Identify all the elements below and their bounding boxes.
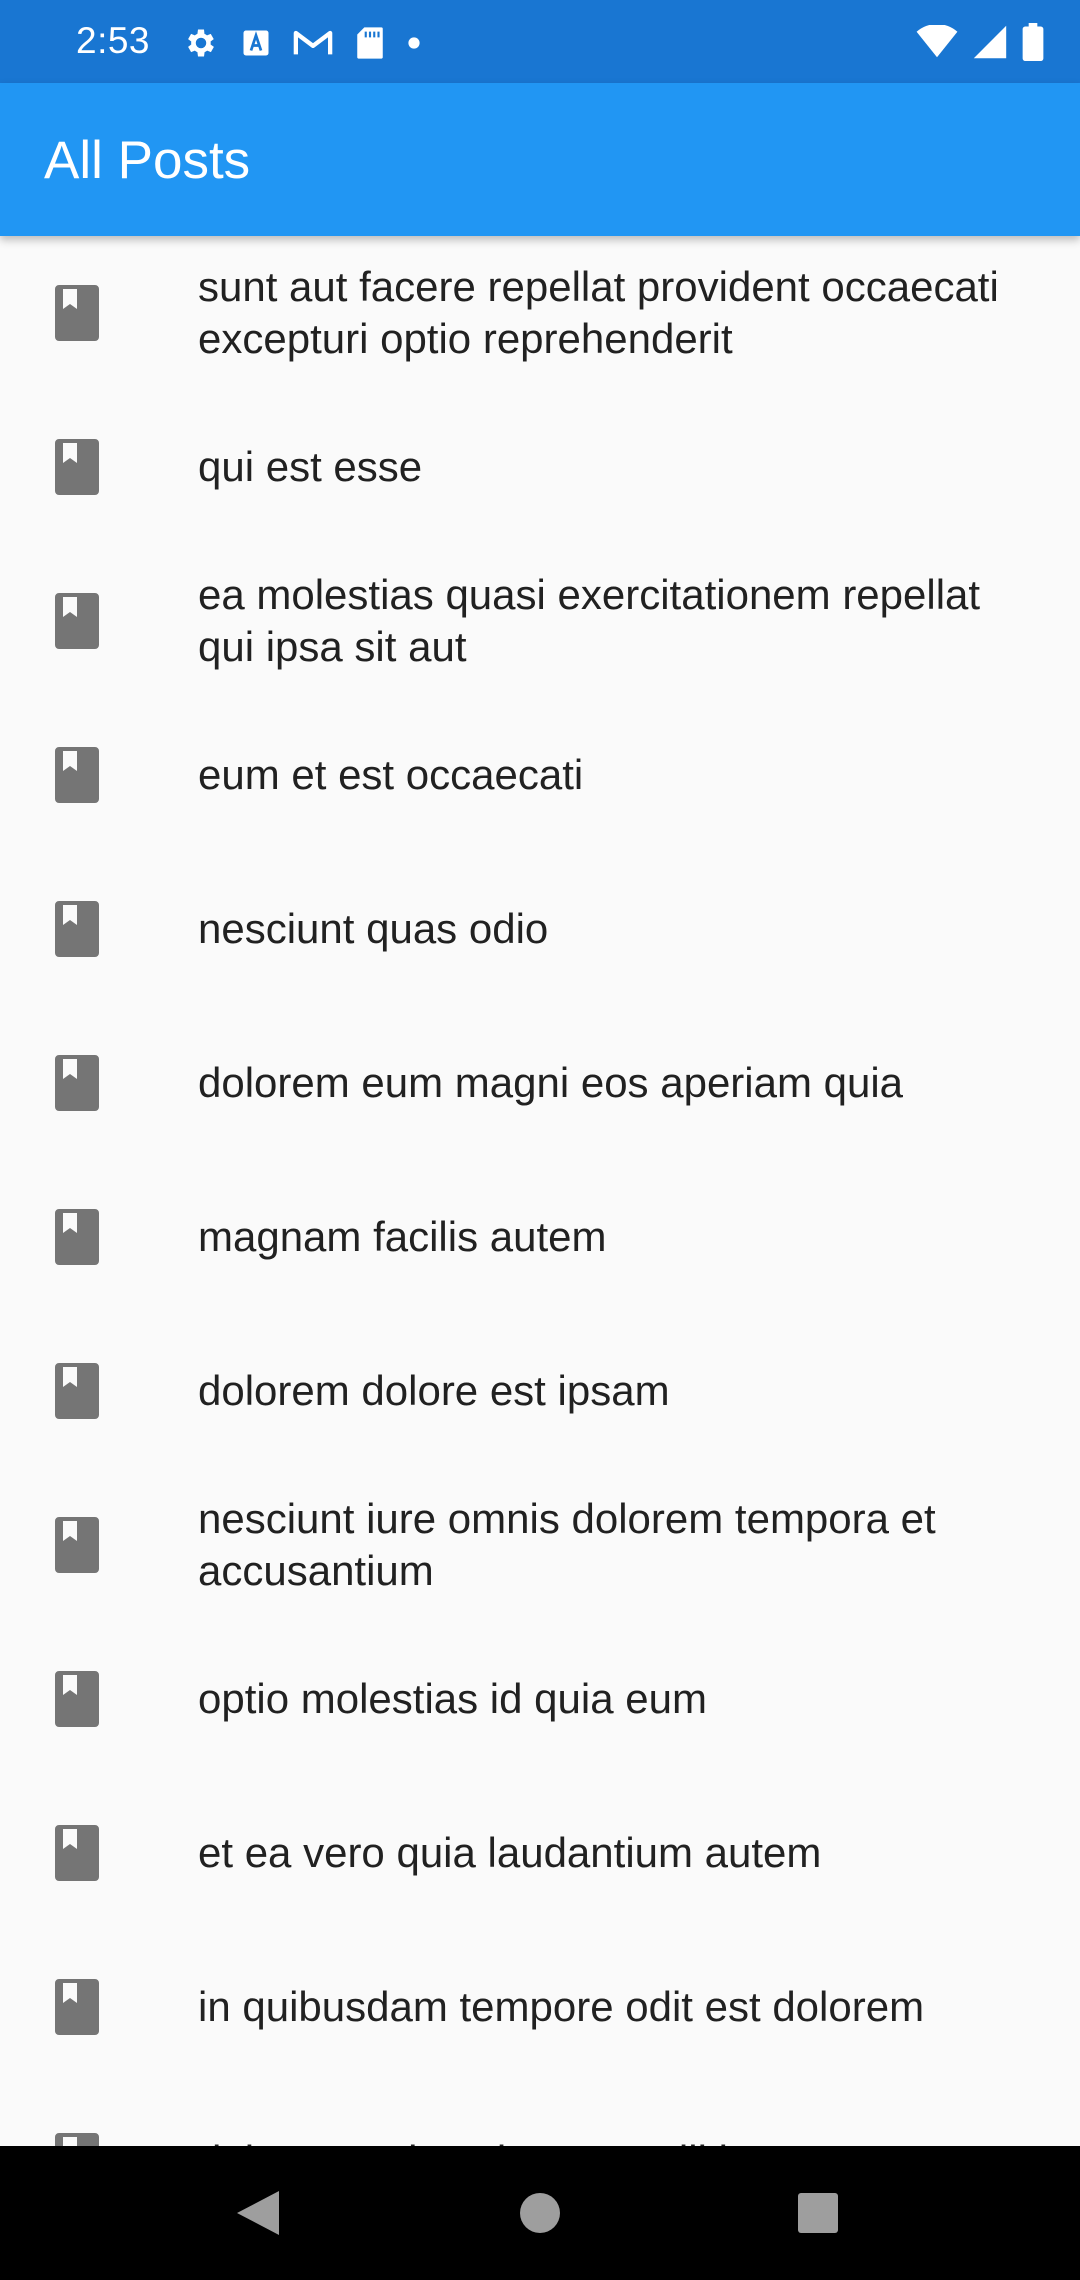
book-icon (55, 747, 99, 803)
page-title: All Posts (44, 131, 251, 190)
book-icon (55, 285, 99, 341)
book-icon (55, 1517, 99, 1573)
post-title: optio molestias id quia eum (198, 1675, 707, 1722)
status-bar: 2:53 (0, 0, 1080, 83)
dot-icon (408, 37, 420, 49)
app-bar: All Posts (0, 83, 1080, 236)
home-icon (520, 2193, 560, 2233)
list-item[interactable]: sunt aut facere repellat provident occae… (0, 236, 1080, 390)
system-icons (916, 23, 1044, 61)
post-title: ea molestias quasi exercitationem repell… (198, 571, 981, 670)
post-title: dolorum ut in voluptas mollitia et saepe (198, 2135, 1040, 2146)
gmail-icon (293, 30, 333, 55)
post-title: magnam facilis autem (198, 1213, 607, 1260)
settings-icon (188, 29, 214, 57)
list-item[interactable]: nesciunt quas odio (0, 852, 1080, 1006)
book-icon (55, 1979, 99, 2035)
post-title: et ea vero quia laudantium autem (198, 1829, 822, 1876)
navigation-bar (0, 2146, 1080, 2280)
notification-icons (183, 25, 421, 61)
book-icon (55, 901, 99, 957)
post-title: in quibusdam tempore odit est dolorem (198, 1983, 925, 2030)
book-icon (55, 593, 99, 649)
list-item[interactable]: dolorem eum magni eos aperiam quia (0, 1006, 1080, 1160)
book-icon (55, 2133, 99, 2146)
list-item[interactable]: nesciunt iure omnis dolorem tempora et a… (0, 1468, 1080, 1622)
list-item[interactable]: et ea vero quia laudantium autem (0, 1776, 1080, 1930)
list-item[interactable]: optio molestias id quia eum (0, 1622, 1080, 1776)
post-title: qui est esse (198, 443, 423, 490)
book-icon (55, 1055, 99, 1111)
book-icon (55, 1671, 99, 1727)
wifi-icon (916, 25, 958, 58)
list-item[interactable]: magnam facilis autem (0, 1160, 1080, 1314)
list-item[interactable]: eum et est occaecati (0, 698, 1080, 852)
list-item[interactable]: qui est esse (0, 390, 1080, 544)
list-item[interactable]: dolorum ut in voluptas mollitia et saepe (0, 2084, 1080, 2146)
back-icon (237, 2191, 279, 2235)
list-item[interactable]: in quibusdam tempore odit est dolorem (0, 1930, 1080, 2084)
recents-button[interactable] (758, 2146, 878, 2280)
list-item[interactable]: dolorem dolore est ipsam (0, 1314, 1080, 1468)
status-time: 2:53 (76, 20, 151, 61)
battery-icon (1022, 23, 1044, 61)
recents-icon (798, 2193, 838, 2233)
post-title: dolorem eum magni eos aperiam quia (198, 1059, 904, 1106)
back-button[interactable] (198, 2146, 318, 2280)
sd-card-icon (357, 27, 383, 59)
book-icon (55, 1825, 99, 1881)
post-title: dolorem dolore est ipsam (198, 1367, 670, 1414)
book-icon (55, 1363, 99, 1419)
post-title: nesciunt quas odio (198, 905, 549, 952)
a-icon (243, 30, 269, 56)
post-title: nesciunt iure omnis dolorem tempora et a… (198, 1495, 936, 1594)
list-item[interactable]: ea molestias quasi exercitationem repell… (0, 544, 1080, 698)
signal-icon (973, 25, 1007, 59)
post-title: sunt aut facere repellat provident occae… (198, 263, 999, 362)
book-icon (55, 439, 99, 495)
posts-list[interactable]: sunt aut facere repellat provident occae… (0, 236, 1080, 2146)
book-icon (55, 1209, 99, 1265)
post-title: eum et est occaecati (198, 751, 584, 798)
home-button[interactable] (480, 2146, 600, 2280)
